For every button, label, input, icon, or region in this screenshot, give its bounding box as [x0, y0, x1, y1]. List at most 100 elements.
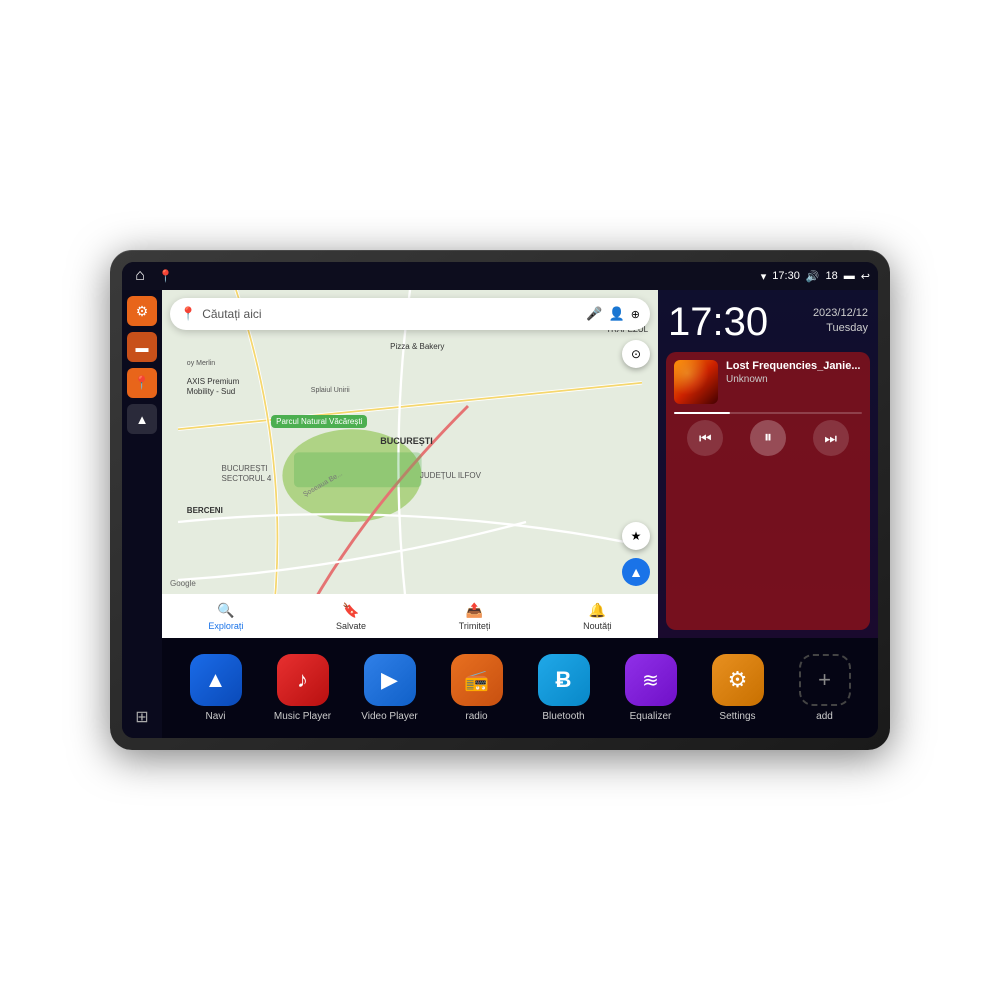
car-head-unit: ⌂ 📍 ▾ 17:30 🔊 18 ▬ ↩ ⚙ ▬	[110, 250, 890, 750]
bluetooth-icon: Ƀ	[538, 654, 590, 706]
status-left: ⌂ 📍	[130, 266, 173, 286]
equalizer-label: Equalizer	[630, 711, 672, 722]
app-radio[interactable]: 📻 radio	[447, 654, 507, 722]
clock-date-display: 2023/12/12 Tuesday	[813, 306, 868, 337]
explore-icon: 🔍	[217, 602, 234, 619]
location-parc: Parcul Natural Văcărești	[271, 415, 367, 428]
music-progress-bar[interactable]	[674, 412, 862, 414]
video-player-icon: ▶	[364, 654, 416, 706]
layers-icon[interactable]: ⊕	[631, 308, 640, 321]
location-merlin: oy Merlin	[187, 360, 215, 367]
location-berceni: BERCENI	[187, 506, 223, 515]
music-progress-fill	[674, 412, 730, 414]
date-value: 2023/12/12	[813, 307, 868, 319]
location-axis: AXIS PremiumMobility - Sud	[187, 377, 239, 398]
navi-icon: ▲	[190, 654, 242, 706]
share-label: Trimiteți	[459, 621, 491, 631]
navigate-fab[interactable]: ▲	[622, 558, 650, 586]
clock-time-display: 17:30	[668, 302, 768, 342]
pause-button[interactable]: ⏸	[750, 420, 786, 456]
google-maps-pin-icon: 📍	[180, 306, 196, 322]
music-title: Lost Frequencies_Janie...	[726, 360, 862, 372]
radio-icon: 📻	[451, 654, 503, 706]
add-app-icon: +	[799, 654, 851, 706]
sidebar-map-btn[interactable]: 📍	[127, 368, 157, 398]
map-bottom-bar: 🔍 Explorați 🔖 Salvate 📤 Trimiteți	[162, 594, 658, 638]
music-info: Lost Frequencies_Janie... Unknown	[726, 360, 862, 385]
map-saved-btn[interactable]: 🔖 Salvate	[336, 602, 366, 631]
nav-arrow-icon: ▲	[136, 412, 149, 427]
search-placeholder-text: Căutați aici	[202, 307, 580, 321]
next-button[interactable]: ⏭	[813, 420, 849, 456]
day-value: Tuesday	[826, 322, 868, 334]
map-background: AXIS PremiumMobility - Sud Pizza & Baker…	[162, 290, 658, 638]
app-bluetooth[interactable]: Ƀ Bluetooth	[534, 654, 594, 722]
saved-label: Salvate	[336, 621, 366, 631]
equalizer-icon: ≋	[625, 654, 677, 706]
top-row: AXIS PremiumMobility - Sud Pizza & Baker…	[162, 290, 878, 638]
music-player: Lost Frequencies_Janie... Unknown ⏮ ⏸ ⏭	[666, 352, 870, 630]
files-icon: ▬	[136, 340, 149, 355]
nav-icon: 📍	[158, 269, 173, 283]
video-player-label: Video Player	[361, 711, 418, 722]
battery-level: 18	[826, 270, 838, 282]
status-right: ▾ 17:30 🔊 18 ▬ ↩	[761, 270, 870, 283]
home-button[interactable]: ⌂	[130, 266, 150, 286]
grid-icon: ⊞	[135, 707, 148, 727]
music-player-icon: ♪	[277, 654, 329, 706]
user-icon[interactable]: 👤	[609, 306, 625, 322]
map-search-bar[interactable]: 📍 Căutați aici 🎤 👤 ⊕	[170, 298, 650, 330]
music-controls: ⏮ ⏸ ⏭	[674, 420, 862, 456]
bluetooth-label: Bluetooth	[542, 711, 584, 722]
music-player-label: Music Player	[274, 711, 331, 722]
clock-section: 17:30 2023/12/12 Tuesday	[666, 298, 870, 346]
sidebar-grid-btn[interactable]: ⊞	[127, 702, 157, 732]
map-pin-icon: 📍	[134, 375, 150, 391]
status-bar: ⌂ 📍 ▾ 17:30 🔊 18 ▬ ↩	[122, 262, 878, 290]
left-sidebar: ⚙ ▬ 📍 ▲ ⊞	[122, 290, 162, 738]
location-splaiul: Splaiul Unirii	[311, 387, 350, 394]
right-panel: 17:30 2023/12/12 Tuesday	[658, 290, 878, 638]
navi-label: Navi	[205, 711, 225, 722]
sidebar-nav-btn[interactable]: ▲	[127, 404, 157, 434]
app-add[interactable]: + add	[795, 654, 855, 722]
location-sector4: BUCUREȘTISECTORUL 4	[222, 464, 272, 485]
radio-label: radio	[465, 711, 487, 722]
app-settings[interactable]: ⚙ Settings	[708, 654, 768, 722]
app-equalizer[interactable]: ≋ Equalizer	[621, 654, 681, 722]
prev-button[interactable]: ⏮	[687, 420, 723, 456]
music-artist: Unknown	[726, 374, 862, 385]
main-area: ⚙ ▬ 📍 ▲ ⊞	[122, 290, 878, 738]
google-logo: Google	[170, 579, 196, 588]
app-video-player[interactable]: ▶ Video Player	[360, 654, 420, 722]
location-pizza: Pizza & Bakery	[390, 342, 444, 351]
compass-button[interactable]: ⊙	[622, 340, 650, 368]
music-top: Lost Frequencies_Janie... Unknown	[674, 360, 862, 404]
battery-icon: ▬	[844, 270, 855, 282]
settings-icon: ⚙	[136, 303, 149, 320]
map-share-btn[interactable]: 📤 Trimiteți	[459, 602, 491, 631]
microphone-icon[interactable]: 🎤	[586, 306, 602, 322]
app-navi[interactable]: ▲ Navi	[186, 654, 246, 722]
location-judet: JUDEȚUL ILFOV	[420, 471, 481, 480]
map-explore-btn[interactable]: 🔍 Explorați	[208, 602, 243, 631]
wifi-icon: ▾	[761, 270, 767, 283]
app-music-player[interactable]: ♪ Music Player	[273, 654, 333, 722]
map-news-btn[interactable]: 🔔 Noutăți	[583, 602, 612, 631]
album-art	[674, 360, 718, 404]
explore-label: Explorați	[208, 621, 243, 631]
album-art-visual	[674, 360, 718, 404]
news-icon: 🔔	[589, 602, 606, 619]
location-bucuresti: BUCUREȘTI	[380, 436, 433, 446]
sidebar-files-btn[interactable]: ▬	[127, 332, 157, 362]
map-area[interactable]: AXIS PremiumMobility - Sud Pizza & Baker…	[162, 290, 658, 638]
settings-label: Settings	[719, 711, 755, 722]
add-label: add	[816, 711, 833, 722]
screen: ⌂ 📍 ▾ 17:30 🔊 18 ▬ ↩ ⚙ ▬	[122, 262, 878, 738]
apps-row: ▲ Navi ♪ Music Player ▶ Vid	[162, 638, 878, 738]
star-button[interactable]: ★	[622, 522, 650, 550]
back-button[interactable]: ↩	[861, 270, 870, 283]
search-right-icons: 🎤 👤 ⊕	[586, 306, 640, 322]
sidebar-settings-btn[interactable]: ⚙	[127, 296, 157, 326]
center-content: AXIS PremiumMobility - Sud Pizza & Baker…	[162, 290, 878, 738]
